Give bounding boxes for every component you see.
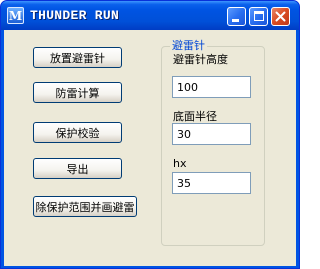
app-icon[interactable]: M xyxy=(7,7,24,24)
hx-input[interactable] xyxy=(172,172,251,194)
app-window: M THUNDER RUN 放置避雷针 防雷计算 保护校验 导出 除保护范围并画… xyxy=(0,0,300,269)
title-bar[interactable]: M THUNDER RUN xyxy=(1,1,299,30)
radius-input[interactable] xyxy=(172,123,251,145)
remove-and-draw-button[interactable]: 除保护范围并画避雷 xyxy=(33,196,137,217)
calc-protection-button[interactable]: 防雷计算 xyxy=(33,82,122,103)
export-button[interactable]: 导出 xyxy=(33,158,122,179)
minimize-button[interactable] xyxy=(227,7,246,26)
minimize-icon xyxy=(232,19,239,22)
height-label: 避雷针高度 xyxy=(173,53,228,66)
height-input[interactable] xyxy=(172,76,251,98)
rod-group-title: 避雷针 xyxy=(170,39,207,52)
client-area: 放置避雷针 防雷计算 保护校验 导出 除保护范围并画避雷 避雷针 避雷针高度 底… xyxy=(4,30,296,266)
maximize-button[interactable] xyxy=(249,7,268,26)
maximize-icon xyxy=(254,11,264,21)
protection-check-button[interactable]: 保护校验 xyxy=(33,122,122,143)
close-icon xyxy=(275,11,286,22)
close-button[interactable] xyxy=(271,7,290,26)
place-rod-button[interactable]: 放置避雷针 xyxy=(33,47,122,68)
window-title: THUNDER RUN xyxy=(30,8,120,23)
radius-label: 底面半径 xyxy=(173,110,217,123)
hx-label: hx xyxy=(173,157,187,170)
